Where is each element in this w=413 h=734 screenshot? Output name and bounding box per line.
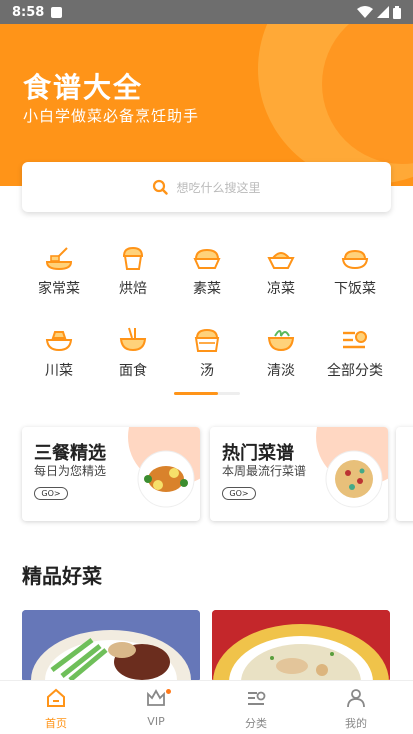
bottom-tab-bar: 首页 VIP 分类 我的 xyxy=(0,680,413,734)
category-sichuan[interactable]: 川菜 xyxy=(22,324,96,380)
category-cold[interactable]: 凉菜 xyxy=(244,242,318,298)
signal-icon xyxy=(377,6,389,18)
notification-icon xyxy=(51,6,63,18)
category-label: 下饭菜 xyxy=(334,281,376,297)
category-label: 面食 xyxy=(119,363,147,379)
search-placeholder: 想吃什么搜这里 xyxy=(176,180,261,195)
battery-icon xyxy=(393,5,401,19)
card-subtitle: 本周最流行菜谱 xyxy=(222,464,307,478)
category-label: 清淡 xyxy=(267,363,295,379)
vegetable-dish-icon xyxy=(193,248,221,269)
category-soup[interactable]: 汤 xyxy=(170,324,244,380)
search-icon xyxy=(153,179,169,195)
rice-dish-icon xyxy=(341,249,369,270)
tab-label: 分类 xyxy=(245,717,267,730)
go-button[interactable]: GO> xyxy=(222,487,256,500)
status-bar: 8:58 xyxy=(0,0,413,24)
home-icon xyxy=(47,688,65,707)
card-subtitle: 每日为您精选 xyxy=(34,464,107,478)
wifi-icon xyxy=(357,6,373,18)
category-label: 烘焙 xyxy=(119,281,147,297)
cold-dish-icon xyxy=(267,252,295,269)
feature-card-next[interactable] xyxy=(396,427,413,521)
home-dish-icon xyxy=(45,247,73,271)
feature-card-daily-picks[interactable]: 三餐精选 每日为您精选 GO> xyxy=(22,427,200,521)
category-label: 川菜 xyxy=(45,363,73,379)
tab-category[interactable]: 分类 xyxy=(216,687,296,731)
tab-label: 首页 xyxy=(45,717,67,730)
dish-image xyxy=(22,610,200,682)
profile-icon xyxy=(347,689,365,708)
category-home-dish[interactable]: 家常菜 xyxy=(22,242,96,298)
soup-icon xyxy=(194,328,220,352)
app-subtitle: 小白学做菜必备烹饪助手 xyxy=(23,107,200,125)
tab-home[interactable]: 首页 xyxy=(16,687,96,731)
category-noodles[interactable]: 面食 xyxy=(96,324,170,380)
tab-profile[interactable]: 我的 xyxy=(316,687,396,731)
tab-label: 我的 xyxy=(345,717,367,730)
category-all[interactable]: 全部分类 xyxy=(318,324,392,380)
crown-icon xyxy=(147,689,165,706)
noodles-icon xyxy=(119,327,147,352)
category-label: 素菜 xyxy=(193,281,221,297)
dish-plate-image xyxy=(137,450,195,508)
app-title: 食谱大全 xyxy=(23,71,144,104)
section-title: 精品好菜 xyxy=(22,564,102,588)
category-label: 汤 xyxy=(200,363,214,379)
category-label: 全部分类 xyxy=(327,363,383,379)
light-dish-icon xyxy=(267,330,295,352)
category-list-icon xyxy=(248,691,266,705)
pasta-plate-image xyxy=(325,450,383,508)
dish-card[interactable] xyxy=(22,610,200,682)
all-categories-icon xyxy=(343,331,367,349)
category-vegetable[interactable]: 素菜 xyxy=(170,242,244,298)
tab-vip[interactable]: VIP xyxy=(116,687,196,728)
search-bar[interactable]: 想吃什么搜这里 xyxy=(22,162,391,212)
category-light[interactable]: 清淡 xyxy=(244,324,318,380)
category-baking[interactable]: 烘焙 xyxy=(96,242,170,298)
category-label: 凉菜 xyxy=(267,281,295,297)
dish-card[interactable] xyxy=(212,610,390,682)
feature-card-popular[interactable]: 热门菜谱 本周最流行菜谱 GO> xyxy=(210,427,388,521)
sichuan-dish-icon xyxy=(45,331,73,352)
notification-dot xyxy=(166,689,171,694)
category-rice-dish[interactable]: 下饭菜 xyxy=(318,242,392,298)
dish-image xyxy=(212,610,390,682)
category-page-indicator xyxy=(174,392,240,395)
status-time: 8:58 xyxy=(12,4,45,20)
baking-icon xyxy=(122,246,144,270)
category-label: 家常菜 xyxy=(38,281,80,297)
tab-label: VIP xyxy=(147,715,165,728)
go-button[interactable]: GO> xyxy=(34,487,68,500)
